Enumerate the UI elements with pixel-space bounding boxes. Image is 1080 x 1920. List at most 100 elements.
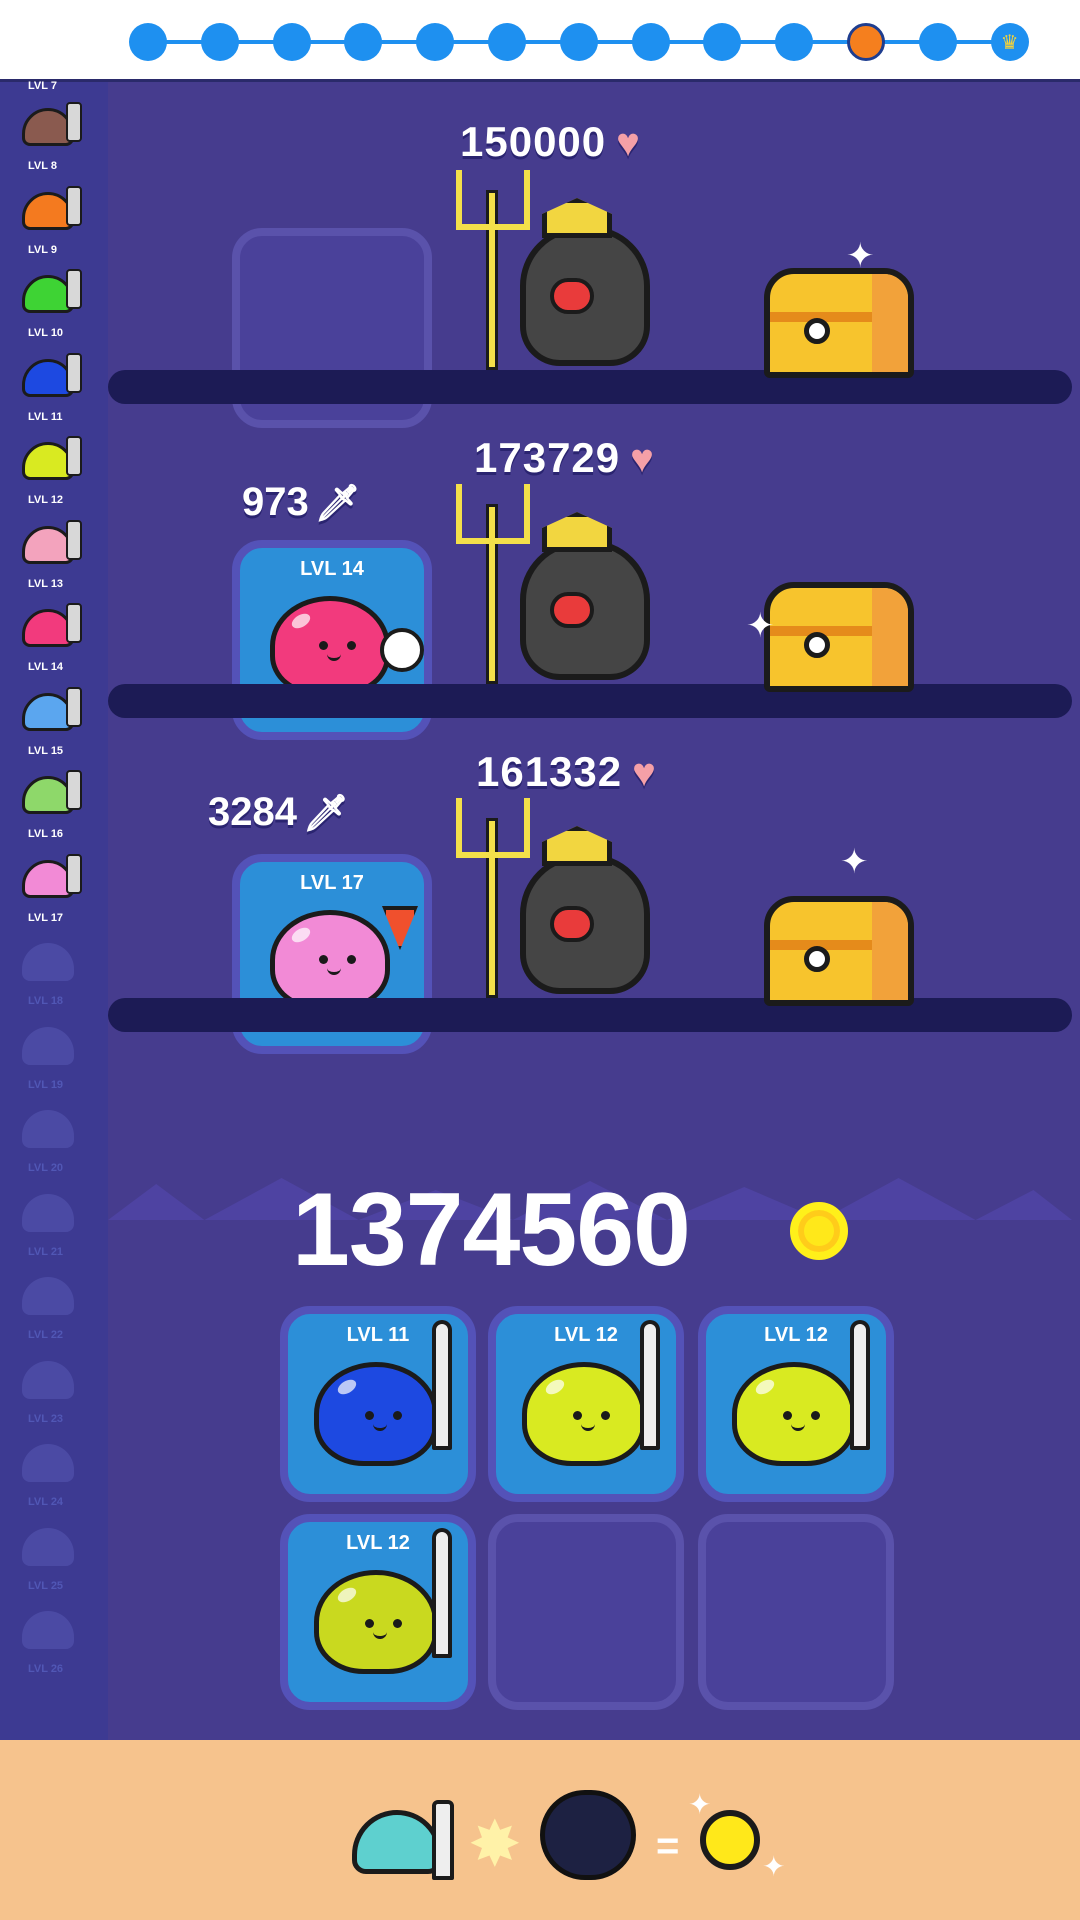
shelf-platform <box>108 370 1072 404</box>
inventory-slot[interactable]: LVL 12 <box>488 1306 684 1502</box>
sidebar-level-label: LVL 8 <box>28 160 57 172</box>
weapon-icon <box>66 603 82 643</box>
treasure-chest[interactable] <box>764 268 914 378</box>
weapon-icon <box>66 686 82 727</box>
sword-icon: 🗡 <box>314 482 361 523</box>
sidebar-level-label: LVL 15 <box>28 744 64 757</box>
shelf-platform <box>108 684 1072 718</box>
weapon-icon <box>66 352 82 393</box>
sword-icon <box>640 1320 660 1450</box>
sparkle-icon: ✦ <box>762 1851 786 1882</box>
impact-burst-icon: ✸ <box>468 1808 522 1880</box>
sidebar-level-label: LVL 17 <box>28 911 64 924</box>
sidebar-level-label: LVL 9 <box>28 243 57 256</box>
treasure-chest[interactable] <box>764 896 914 1006</box>
stage-dot <box>272 23 311 61</box>
locked-slime-silhouette <box>22 1444 74 1482</box>
boss-crown-icon <box>542 826 612 866</box>
sidebar-level-label: LVL 16 <box>28 828 64 840</box>
sidebar-level-label: LVL 12 <box>28 494 64 506</box>
coin-counter: 1374560 <box>0 1172 1080 1288</box>
bomb-boss-icon <box>540 1790 636 1880</box>
stage-dot <box>918 23 957 61</box>
inventory-slot[interactable]: LVL 11 <box>280 1306 476 1502</box>
final-stage-dot: ♛ <box>990 23 1029 61</box>
boss-enemy[interactable] <box>520 540 650 680</box>
attack-value: 973 🗡 <box>242 480 361 524</box>
locked-slime-silhouette <box>22 1360 74 1399</box>
sword-icon <box>432 1528 452 1658</box>
boss-mouth <box>550 906 594 942</box>
locked-slime-silhouette <box>22 1026 74 1065</box>
treasure-chest[interactable] <box>764 582 914 692</box>
stage-dot <box>416 23 455 61</box>
slime-character <box>314 1570 438 1674</box>
boss-mouth <box>550 278 594 314</box>
stage-dot <box>631 23 670 61</box>
chest-lock <box>804 946 830 972</box>
sidebar-level-label: LVL 19 <box>28 1078 64 1091</box>
sidebar-level-label: LVL 10 <box>28 327 64 339</box>
slime-character <box>522 1362 646 1466</box>
boss-hp: 161332 ♥ <box>476 748 657 795</box>
stage-dot <box>200 23 239 61</box>
weapon-icon <box>66 102 82 142</box>
skull-staff-icon <box>380 628 424 672</box>
sidebar-level-label: LVL 7 <box>28 80 57 92</box>
stage-dot <box>344 23 383 61</box>
weapon-icon <box>66 185 82 226</box>
slime-character <box>732 1362 856 1466</box>
empty-inventory-slot[interactable] <box>488 1514 684 1710</box>
shelf-platform <box>108 998 1072 1032</box>
chest-right <box>872 588 908 686</box>
sparkle-icon: ✦ <box>688 1789 712 1820</box>
level-sidebar[interactable]: LVL 7 LVL 8 LVL 9 LVL 10 LVL 11 LVL 12 LVL 13 L… <box>0 80 108 1740</box>
sword-icon <box>850 1320 870 1450</box>
attack-value: 3284 🗡 <box>208 790 349 834</box>
sidebar-level-label: LVL 25 <box>28 1579 64 1592</box>
boss-hp: 173729 ♥ <box>474 434 655 481</box>
sidebar-level-label: LVL 18 <box>28 995 64 1007</box>
slime-level-label: LVL 17 <box>300 872 364 894</box>
dart-icon <box>382 906 418 950</box>
boss-enemy[interactable] <box>520 226 650 366</box>
stage-dot <box>775 23 814 61</box>
sidebar-level-label: LVL 14 <box>28 661 64 673</box>
sparkle-icon: ✦ <box>846 237 875 275</box>
locked-slime-silhouette <box>22 943 74 981</box>
stage-progress-bar: ♛ <box>0 0 1080 82</box>
twin-daggers-icon <box>432 1320 452 1450</box>
locked-slime-silhouette <box>22 1277 74 1315</box>
stage-dot <box>559 23 598 61</box>
sidebar-level-label: LVL 11 <box>28 410 63 423</box>
coin-icon <box>790 1202 848 1260</box>
coin-amount: 1374560 <box>292 1172 691 1288</box>
slime-level-label: LVL 14 <box>300 558 364 580</box>
weapon-icon <box>66 519 82 560</box>
trident-head <box>456 798 530 858</box>
empty-inventory-slot[interactable] <box>698 1514 894 1710</box>
weapon-icon <box>66 269 82 309</box>
sidebar-level-label: LVL 13 <box>28 577 64 590</box>
weapon-icon <box>66 770 82 810</box>
crown-icon: ♛ <box>1000 31 1019 54</box>
chest-lock <box>804 318 830 344</box>
stage-dot <box>703 23 742 61</box>
sidebar-level-label: LVL 26 <box>28 1663 64 1675</box>
pink-slime <box>270 596 390 696</box>
weapon-icon <box>66 853 82 894</box>
chest-right <box>872 274 908 372</box>
sidebar-level-label: LVL 23 <box>28 1412 64 1425</box>
sidebar-level-label: LVL 22 <box>28 1329 64 1341</box>
equals-sign: = <box>656 1824 680 1868</box>
sword-icon: 🗡 <box>302 792 349 833</box>
locked-slime-silhouette <box>22 1110 74 1148</box>
inventory-slot[interactable]: LVL 12 <box>280 1514 476 1710</box>
boss-mouth <box>550 592 594 628</box>
heart-icon: ♥ <box>630 437 655 481</box>
boss-enemy[interactable] <box>520 854 650 994</box>
sparkle-icon: ✦ <box>746 607 775 645</box>
inventory-slot[interactable]: LVL 12 <box>698 1306 894 1502</box>
stage-dot <box>488 23 526 61</box>
sparkle-icon: ✦ <box>840 843 869 881</box>
